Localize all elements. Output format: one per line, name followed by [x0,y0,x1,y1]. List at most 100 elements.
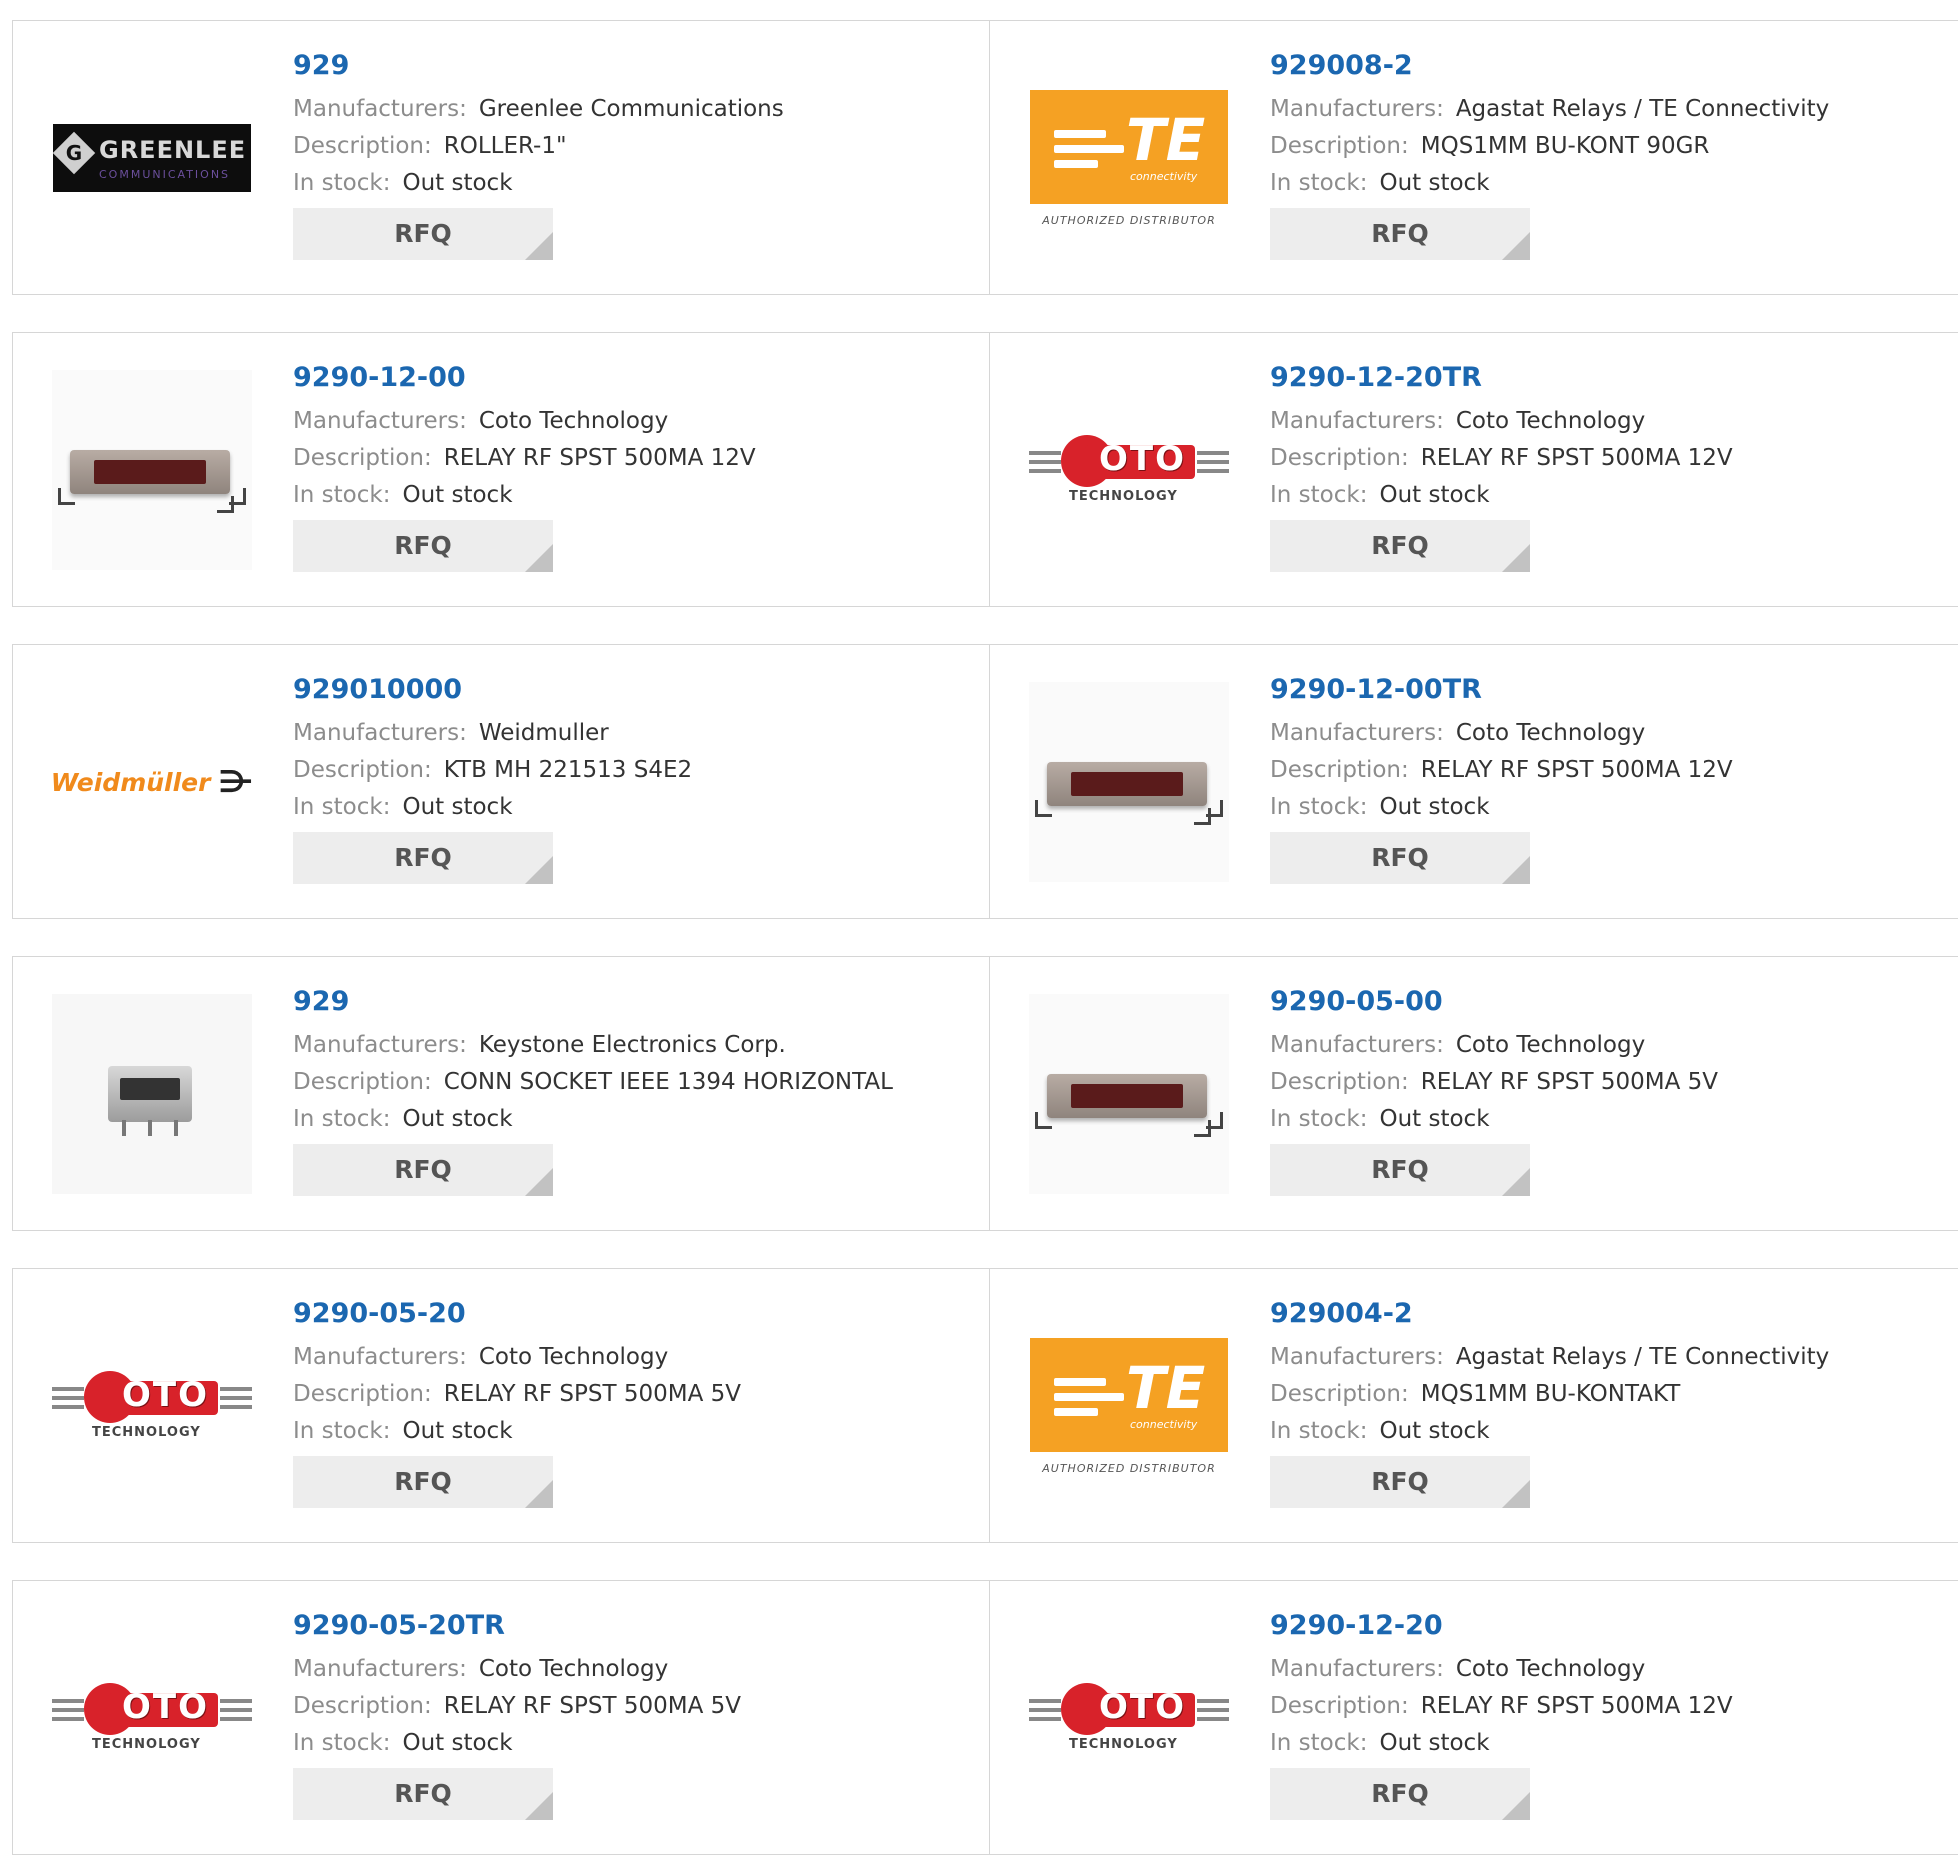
manufacturer-label: Manufacturers: [1270,1032,1444,1058]
manufacturer-value: Coto Technology [1455,408,1646,434]
weidmuller-wordmark: Weidmüller [51,767,211,797]
product-info: 929010000 Manufacturers: Weidmuller Descr… [293,671,953,884]
greenlee-logo: G GREENLEE COMMUNICATIONS [52,124,251,192]
coto-logo: OTO TECHNOLOGY [1029,425,1229,515]
rfq-button[interactable]: RFQ [293,832,553,884]
rfq-button[interactable]: RFQ [293,1768,553,1820]
rfq-button[interactable]: RFQ [293,208,553,260]
manufacturer-value: Greenlee Communications [478,96,784,122]
rfq-button[interactable]: RFQ [1270,208,1530,260]
product-card: OTO TECHNOLOGY 9290-05-20TR Manufacturer… [12,1580,990,1855]
stock-label: In stock: [1270,482,1368,508]
stock-row: In stock: Out stock [293,477,953,514]
description-value: RELAY RF SPST 500MA 12V [1420,757,1733,783]
stock-value: Out stock [1379,1418,1490,1444]
part-number-link[interactable]: 9290-05-00 [1270,983,1930,1021]
product-card: Weidmüller ⋺ 929010000 Manufacturers: Wei… [12,644,990,919]
relay-photo [1029,682,1229,882]
greenlee-subtitle: COMMUNICATIONS [99,168,231,181]
product-info: 9290-12-00 Manufacturers: Coto Technology… [293,359,953,572]
part-number-link[interactable]: 929 [293,47,953,85]
product-image[interactable] [51,369,253,571]
te-logo: TE connectivity AUTHORIZED DISTRIBUTOR [1030,89,1228,227]
rfq-button[interactable]: RFQ [1270,832,1530,884]
part-number-link[interactable]: 9290-05-20TR [293,1607,953,1645]
rfq-button[interactable]: RFQ [293,1456,553,1508]
te-subtitle: connectivity [1130,1417,1198,1431]
product-image[interactable]: G GREENLEE COMMUNICATIONS [51,57,253,259]
part-number-link[interactable]: 9290-12-00 [293,359,953,397]
description-value: RELAY RF SPST 500MA 5V [443,1693,742,1719]
part-number-link[interactable]: 9290-05-20 [293,1295,953,1333]
product-image[interactable] [1028,993,1230,1195]
product-image[interactable]: TE connectivity AUTHORIZED DISTRIBUTOR [1028,57,1230,259]
stock-row: In stock: Out stock [1270,1725,1930,1762]
connector-body [108,1066,192,1122]
part-number-link[interactable]: 9290-12-20TR [1270,359,1930,397]
part-number-link[interactable]: 929004-2 [1270,1295,1930,1333]
stock-row: In stock: Out stock [293,789,953,826]
product-info: 9290-12-20 Manufacturers: Coto Technology… [1270,1607,1930,1820]
product-image[interactable] [51,993,253,1195]
connector-pin-icon [148,1120,152,1136]
manufacturer-row: Manufacturers: Weidmuller [293,715,953,752]
rfq-button[interactable]: RFQ [1270,520,1530,572]
stock-row: In stock: Out stock [293,165,953,202]
coto-lines-left-icon [52,1387,84,1414]
coto-lines-left-icon [52,1699,84,1726]
coto-lines-right-icon [220,1699,252,1726]
description-row: Description: MQS1MM BU-KONT 90GR [1270,128,1930,165]
authorized-distributor-text: AUTHORIZED DISTRIBUTOR [1042,1461,1216,1475]
manufacturer-value: Agastat Relays / TE Connectivity [1455,96,1830,122]
description-value: RELAY RF SPST 500MA 5V [443,1381,742,1407]
description-label: Description: [293,445,432,471]
rfq-label: RFQ [394,1779,452,1808]
rfq-label: RFQ [394,531,452,560]
manufacturer-label: Manufacturers: [1270,1344,1444,1370]
part-number-link[interactable]: 929008-2 [1270,47,1930,85]
rfq-button[interactable]: RFQ [293,520,553,572]
part-number-link[interactable]: 929010000 [293,671,953,709]
product-image[interactable]: OTO TECHNOLOGY [1028,369,1230,571]
manufacturer-label: Manufacturers: [293,96,467,122]
product-image[interactable]: OTO TECHNOLOGY [51,1305,253,1507]
part-number-link[interactable]: 9290-12-20 [1270,1607,1930,1645]
product-image[interactable] [1028,681,1230,883]
stock-label: In stock: [293,1418,391,1444]
manufacturer-label: Manufacturers: [293,720,467,746]
manufacturer-row: Manufacturers: Coto Technology [293,1339,953,1376]
rfq-button[interactable]: RFQ [293,1144,553,1196]
description-row: Description: RELAY RF SPST 500MA 12V [1270,1688,1930,1725]
product-card: TE connectivity AUTHORIZED DISTRIBUTOR 9… [990,1268,1958,1543]
product-image[interactable]: Weidmüller ⋺ [51,681,253,883]
corner-fold-icon [1502,544,1530,572]
stock-row: In stock: Out stock [1270,477,1930,514]
description-value: CONN SOCKET IEEE 1394 HORIZONTAL [443,1069,893,1095]
manufacturer-value: Coto Technology [478,1656,669,1682]
relay-body [1047,1074,1207,1118]
rfq-button[interactable]: RFQ [1270,1144,1530,1196]
manufacturer-label: Manufacturers: [293,1344,467,1370]
te-logo: TE connectivity AUTHORIZED DISTRIBUTOR [1030,1337,1228,1475]
description-label: Description: [293,1069,432,1095]
rfq-button[interactable]: RFQ [1270,1456,1530,1508]
manufacturer-row: Manufacturers: Greenlee Communications [293,91,953,128]
product-image[interactable]: OTO TECHNOLOGY [51,1617,253,1819]
stock-value: Out stock [1379,1106,1490,1132]
part-number-link[interactable]: 929 [293,983,953,1021]
stock-row: In stock: Out stock [1270,789,1930,826]
rfq-label: RFQ [394,1467,452,1496]
product-image[interactable]: OTO TECHNOLOGY [1028,1617,1230,1819]
te-bars-icon [1054,1377,1124,1423]
rfq-button[interactable]: RFQ [1270,1768,1530,1820]
coto-lines-right-icon [1197,451,1229,478]
stock-label: In stock: [1270,1418,1368,1444]
manufacturer-row: Manufacturers: Coto Technology [1270,1651,1930,1688]
te-logo-box: TE connectivity [1030,1337,1228,1452]
relay-body [70,450,230,494]
product-card: TE connectivity AUTHORIZED DISTRIBUTOR 9… [990,20,1958,295]
product-image[interactable]: TE connectivity AUTHORIZED DISTRIBUTOR [1028,1305,1230,1507]
corner-fold-icon [525,544,553,572]
part-number-link[interactable]: 9290-12-00TR [1270,671,1930,709]
corner-fold-icon [1502,1168,1530,1196]
